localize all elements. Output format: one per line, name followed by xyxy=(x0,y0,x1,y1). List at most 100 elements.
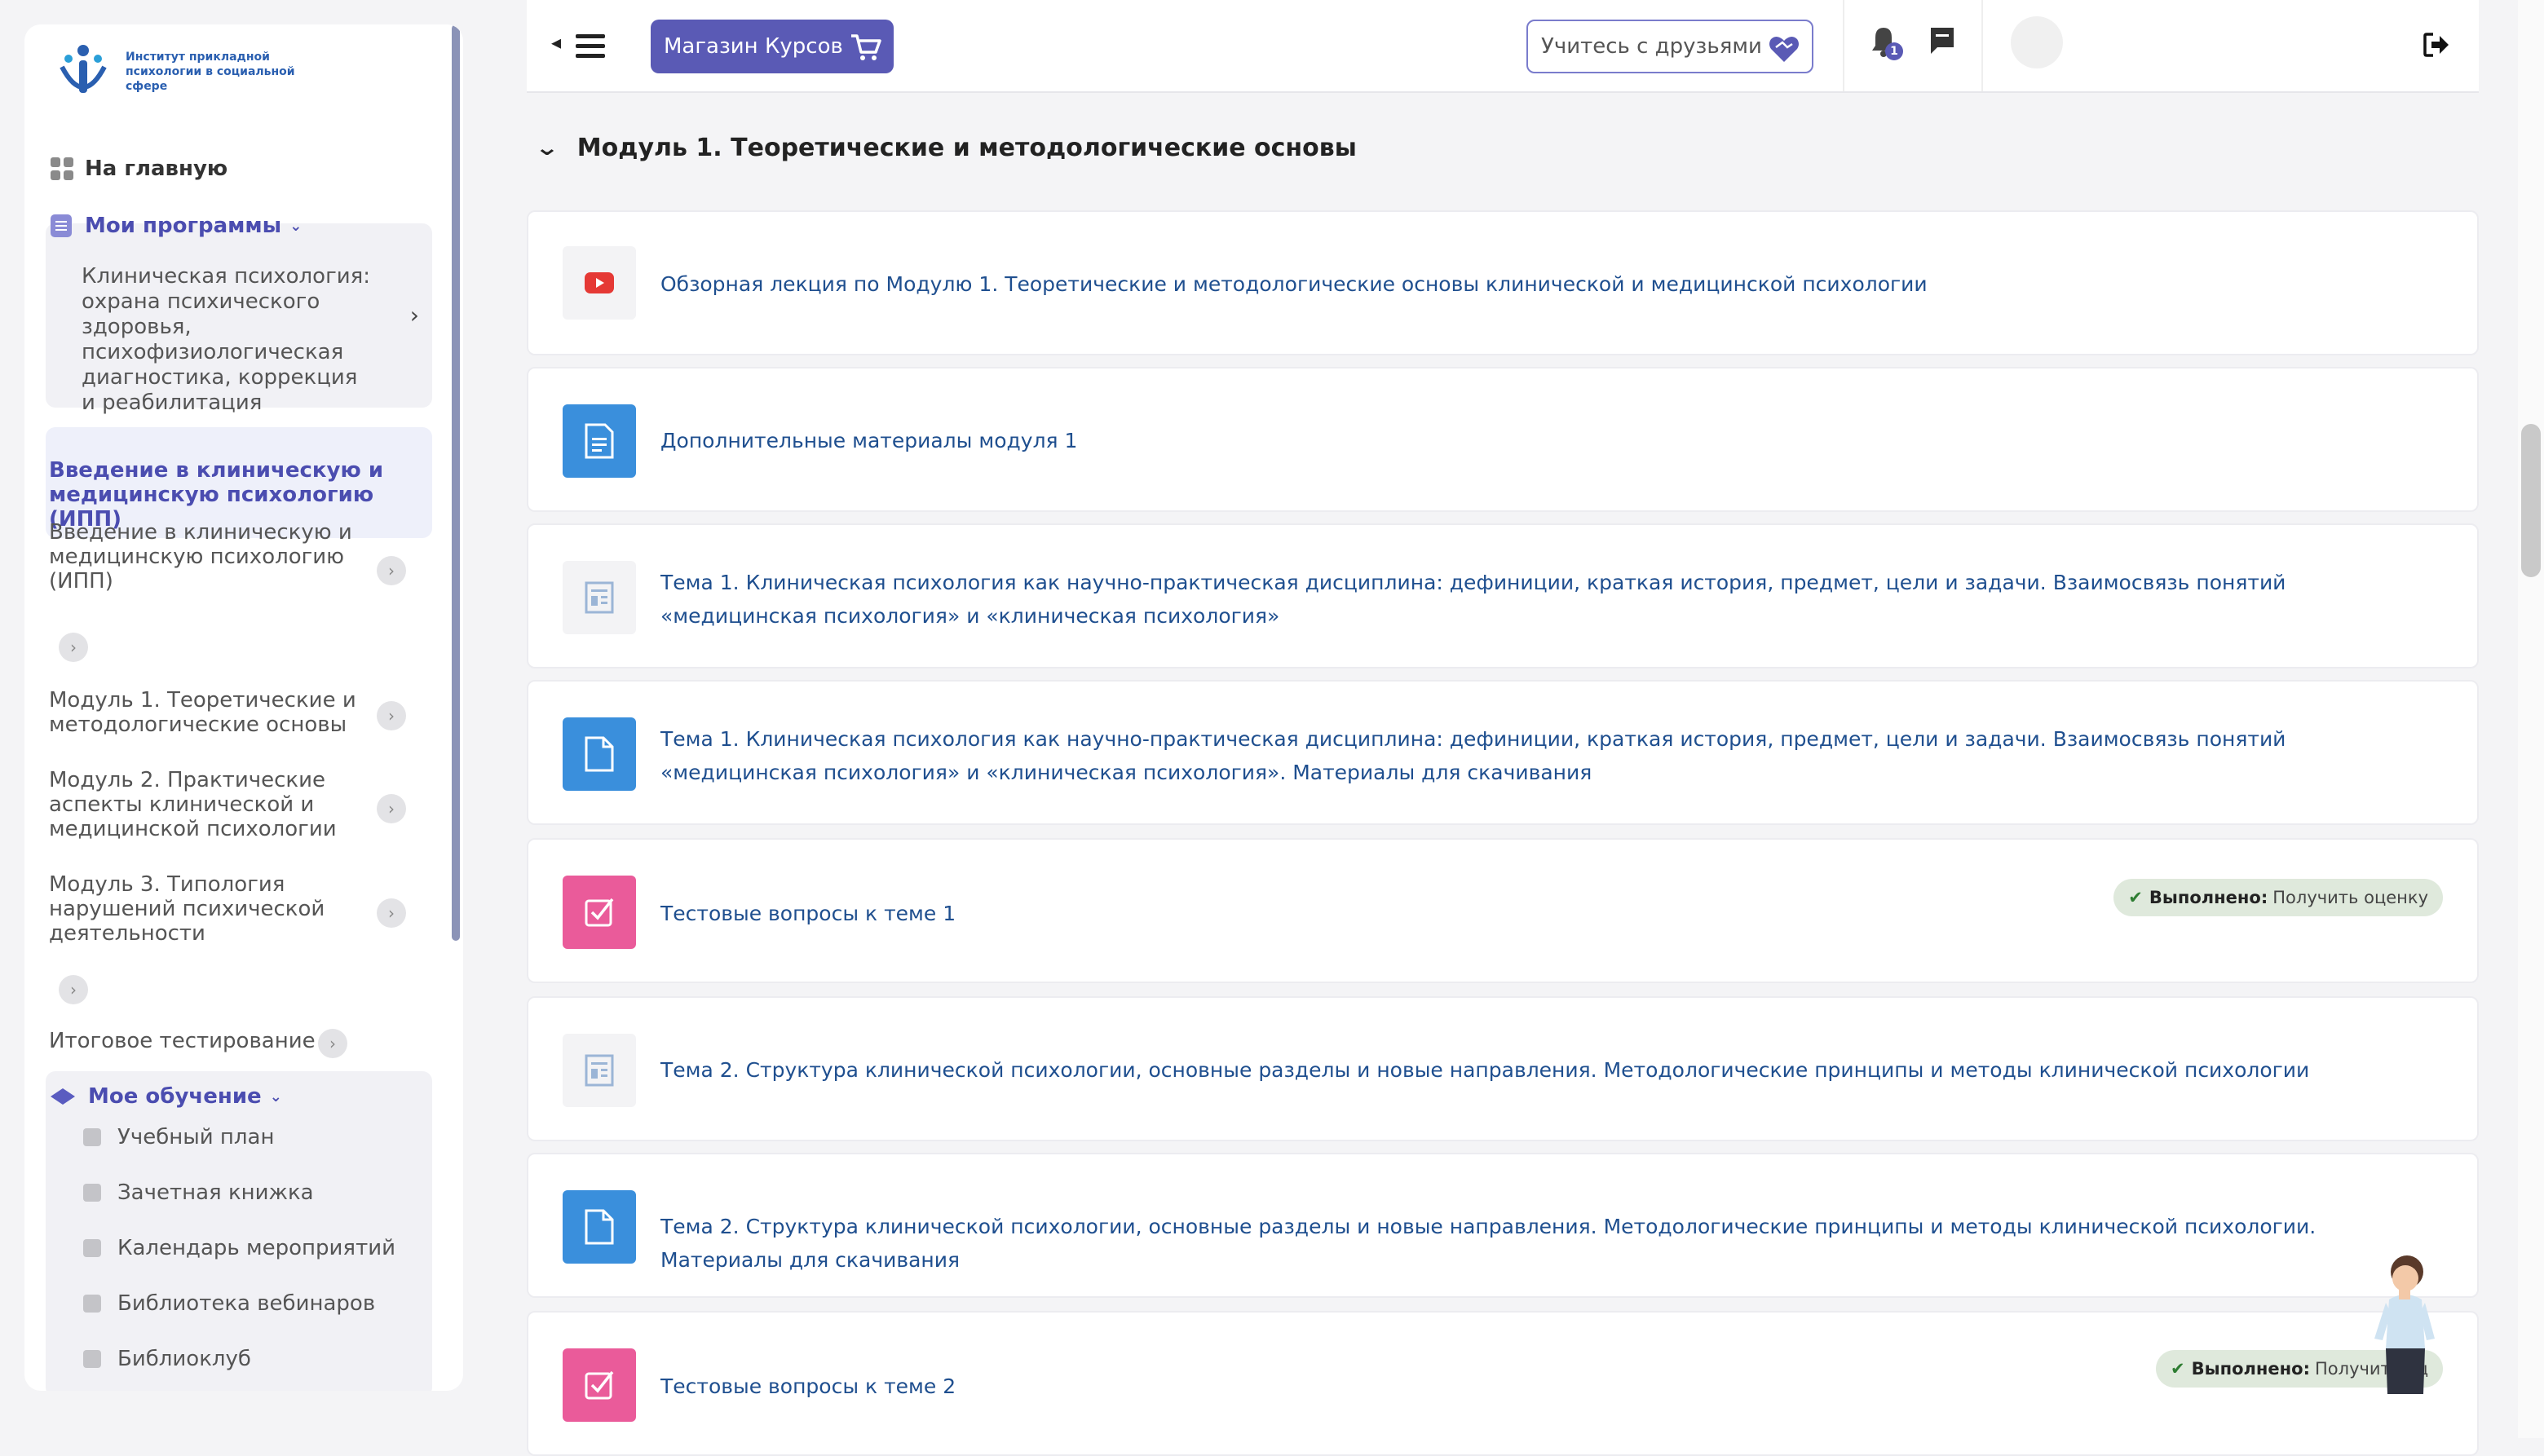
calendar-icon xyxy=(83,1239,101,1257)
learning-item-label: Зачетная книжка xyxy=(117,1180,314,1205)
chevron-right-icon[interactable]: › xyxy=(59,633,88,662)
chevron-down-icon: ⌄ xyxy=(289,217,303,235)
learning-item-calendar[interactable]: Календарь мероприятий xyxy=(83,1236,395,1260)
activity-card: Тестовые вопросы к теме 2 ✔ Выполнено: П… xyxy=(527,1311,2479,1456)
file-icon xyxy=(563,717,636,791)
learning-item-plan[interactable]: Учебный план xyxy=(83,1125,274,1149)
chevron-right-icon[interactable]: › xyxy=(377,701,406,730)
activity-card: Тестовые вопросы к теме 1 ✔ Выполнено: П… xyxy=(527,838,2479,983)
sidebar-item-module-3[interactable]: Модуль 3. Типология нарушений психическо… xyxy=(49,872,359,946)
study-with-friends-button[interactable]: Учитесь с друзьями xyxy=(1526,20,1813,73)
menu-icon[interactable] xyxy=(576,34,605,64)
activity-card: Тема 2. Структура клинической психологии… xyxy=(527,1153,2479,1298)
chevron-down-icon: ⌄ xyxy=(269,1088,282,1105)
sidebar-item-course[interactable]: Введение в клиническую и медицинскую пси… xyxy=(49,520,359,593)
quiz-icon xyxy=(563,876,636,949)
sidebar-item-final-test[interactable]: Итоговое тестирование xyxy=(49,1029,359,1053)
file-icon xyxy=(563,1190,636,1264)
nav-my-learning[interactable]: Мое обучение ⌄ xyxy=(51,1084,282,1109)
activity-link[interactable]: Обзорная лекция по Модулю 1. Теоретическ… xyxy=(660,267,2397,301)
divider xyxy=(1843,0,1844,91)
study-with-friends-label: Учитесь с друзьями xyxy=(1541,34,1762,59)
chevron-right-icon[interactable]: › xyxy=(377,898,406,928)
activity-card: Дополнительные материалы модуля 1 xyxy=(527,367,2479,512)
completion-text: Получить оценку xyxy=(2272,888,2428,907)
webinar-icon xyxy=(83,1295,101,1313)
avatar[interactable] xyxy=(2011,16,2063,68)
chat-icon xyxy=(1931,28,1954,54)
learning-item-biblioclub[interactable]: Библиоклуб xyxy=(83,1347,251,1371)
assistant-avatar[interactable] xyxy=(2365,1251,2446,1401)
top-bar: ◂ Магазин Курсов Учитесь с друзьями 1 xyxy=(527,0,2479,93)
course-shop-label: Магазин Курсов xyxy=(664,34,843,59)
library-icon xyxy=(83,1350,101,1368)
nav-my-programs-label: Мои программы xyxy=(85,214,282,238)
module-header[interactable]: ⌄ Модуль 1. Теоретические и методологиче… xyxy=(535,134,1357,162)
programs-icon xyxy=(51,214,72,237)
quiz-icon xyxy=(563,1348,636,1422)
module-title: Модуль 1. Теоретические и методологическ… xyxy=(576,134,1357,162)
activity-card: Обзорная лекция по Модулю 1. Теоретическ… xyxy=(527,210,2479,355)
activity-link[interactable]: Тема 2. Структура клинической психологии… xyxy=(660,1210,2397,1277)
program-title: Клиническая психология: охрана психическ… xyxy=(82,264,371,415)
activity-card: Тема 1. Клиническая психология как научн… xyxy=(527,523,2479,668)
sidebar-item-module-1[interactable]: Модуль 1. Теоретические и методологическ… xyxy=(49,688,359,737)
page-scrollbar[interactable] xyxy=(2518,0,2544,1438)
plan-icon xyxy=(83,1128,101,1146)
learning-item-label: Библиотека вебинаров xyxy=(117,1291,376,1316)
gradebook-icon xyxy=(83,1184,101,1202)
sidebar-scrollbar[interactable] xyxy=(452,24,460,941)
completion-badge[interactable]: ✔ Выполнено: Получить оценку xyxy=(2113,879,2443,916)
graduation-cap-icon xyxy=(51,1088,75,1105)
notifications-button[interactable]: 1 xyxy=(1869,26,1903,60)
logout-icon xyxy=(2423,33,2449,57)
course-shop-button[interactable]: Магазин Курсов xyxy=(651,20,894,73)
nav-home-label: На главную xyxy=(85,157,228,181)
activity-card: Тема 1. Клиническая психология как научн… xyxy=(527,680,2479,825)
chevron-right-icon: › xyxy=(409,302,419,329)
nav-my-learning-label: Мое обучение xyxy=(88,1084,262,1109)
page-icon xyxy=(563,1034,636,1107)
activity-link[interactable]: Дополнительные материалы модуля 1 xyxy=(660,424,2397,457)
notification-count-badge: 1 xyxy=(1885,42,1903,60)
sidebar: Институт прикладной психологии в социаль… xyxy=(24,24,463,1391)
video-icon xyxy=(563,246,636,320)
activity-link[interactable]: Тестовые вопросы к теме 2 xyxy=(660,1370,2397,1403)
dashboard-icon xyxy=(51,157,73,180)
learning-item-gradebook[interactable]: Зачетная книжка xyxy=(83,1180,314,1205)
chevron-right-icon[interactable]: › xyxy=(377,794,406,823)
learning-item-label: Календарь мероприятий xyxy=(117,1236,396,1260)
institute-logo[interactable]: Институт прикладной психологии в социаль… xyxy=(54,42,305,101)
learning-item-webinars[interactable]: Библиотека вебинаров xyxy=(83,1291,375,1316)
program-card[interactable]: Клиническая психология: охрана психическ… xyxy=(46,223,432,415)
checkmark-icon: ✔ xyxy=(2171,1359,2185,1379)
activity-link[interactable]: Тема 1. Клиническая психология как научн… xyxy=(660,566,2397,633)
completion-label: Выполнено: xyxy=(2149,888,2268,907)
sidebar-item-module-2[interactable]: Модуль 2. Практические аспекты клиническ… xyxy=(49,768,359,841)
institute-logo-icon xyxy=(60,45,107,93)
activity-link[interactable]: Тема 1. Клиническая психология как научн… xyxy=(660,722,2397,789)
chevron-right-icon[interactable]: › xyxy=(318,1029,347,1058)
document-icon xyxy=(563,404,636,478)
page-icon xyxy=(563,561,636,634)
divider xyxy=(1981,0,1983,91)
collapse-sidebar-icon[interactable]: ◂ xyxy=(551,31,561,54)
learning-card xyxy=(46,1071,432,1391)
chevron-down-icon[interactable]: ⌄ xyxy=(535,136,560,161)
logo-text: Институт прикладной психологии в социаль… xyxy=(126,51,295,93)
learning-item-label: Библиоклуб xyxy=(117,1347,251,1371)
checkmark-icon: ✔ xyxy=(2128,888,2143,907)
chevron-right-icon[interactable]: › xyxy=(59,975,88,1004)
activity-card: Тема 2. Структура клинической психологии… xyxy=(527,996,2479,1141)
nav-my-programs[interactable]: Мои программы ⌄ xyxy=(51,214,302,238)
learning-item-label: Учебный план xyxy=(117,1125,275,1149)
chevron-right-icon[interactable]: › xyxy=(377,556,406,585)
logout-button[interactable] xyxy=(2423,33,2449,60)
completion-label: Выполнено: xyxy=(2191,1359,2311,1379)
nav-home[interactable]: На главную xyxy=(51,157,227,181)
handshake-icon xyxy=(1769,37,1799,62)
activity-link[interactable]: Тема 2. Структура клинической психологии… xyxy=(660,1053,2397,1087)
cart-icon xyxy=(851,34,881,60)
messages-button[interactable] xyxy=(1929,26,1955,60)
page-scrollbar-thumb[interactable] xyxy=(2521,424,2541,577)
